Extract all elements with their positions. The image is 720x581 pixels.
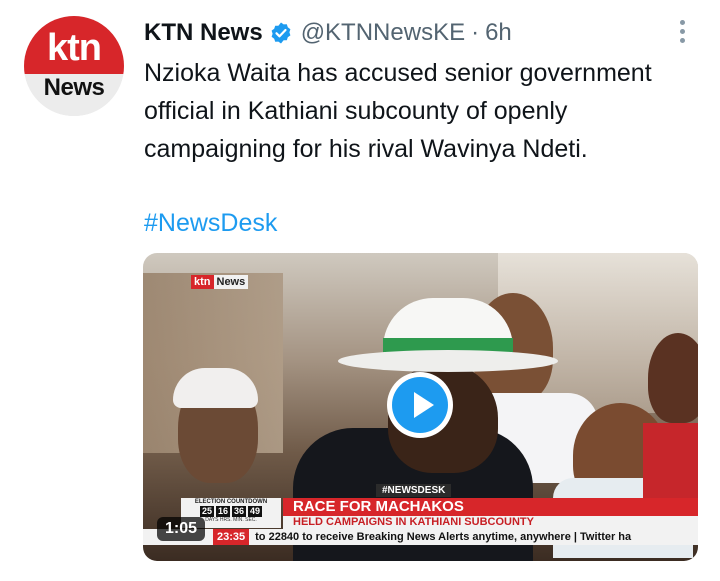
ticker-clock: 23:35 [213,529,250,545]
verified-badge-icon [271,22,291,44]
newsdesk-tag: #NEWSDESK [376,484,452,497]
countdown-label: ELECTION COUNTDOWN [194,499,268,505]
tweet-text: Nzioka Waita has accused senior governme… [144,59,652,163]
headline-banner: RACE FOR MACHAKOS [283,498,698,516]
play-button[interactable] [387,372,453,438]
watermark-news: News [213,275,249,289]
hashtag-link[interactable]: #NewsDesk [144,206,277,240]
countdown-days: 25 [199,506,214,517]
ktn-news-watermark: ktn News [191,275,249,289]
countdown-minutes: 36 [232,506,247,517]
more-options-icon[interactable] [672,16,692,46]
ticker-message: to 22840 to receive Breaking News Alerts… [255,531,632,543]
video-duration: 1:05 [157,517,206,541]
avatar-news-text: News [43,74,105,101]
campaign-hat [338,298,558,373]
news-ticker: 23:35 to 22840 to receive Breaking News A… [143,529,698,545]
white-cap [173,368,258,408]
countdown-hours: 16 [215,506,230,517]
tweet-timestamp[interactable]: 6h [485,19,512,47]
avatar-ktn-text: ktn [47,26,102,69]
author-name[interactable]: KTN News [144,19,263,47]
bystander-far-right [648,333,698,423]
video-player[interactable]: ktn News #NEWSDESK ELECTION COUNTDOWN 25… [143,253,698,561]
author-handle[interactable]: @KTNNewsKE [301,19,465,47]
separator-dot: · [471,19,480,46]
subheadline-banner: HELD CAMPAIGNS IN KATHIANI SUBCOUNTY [283,516,698,529]
author-avatar[interactable]: ktn News [24,16,124,116]
play-icon [392,377,448,433]
tweet-header: KTN News @KTNNewsKE · 6h [144,16,512,50]
watermark-ktn: ktn [191,275,214,289]
countdown-seconds: 49 [248,506,263,517]
